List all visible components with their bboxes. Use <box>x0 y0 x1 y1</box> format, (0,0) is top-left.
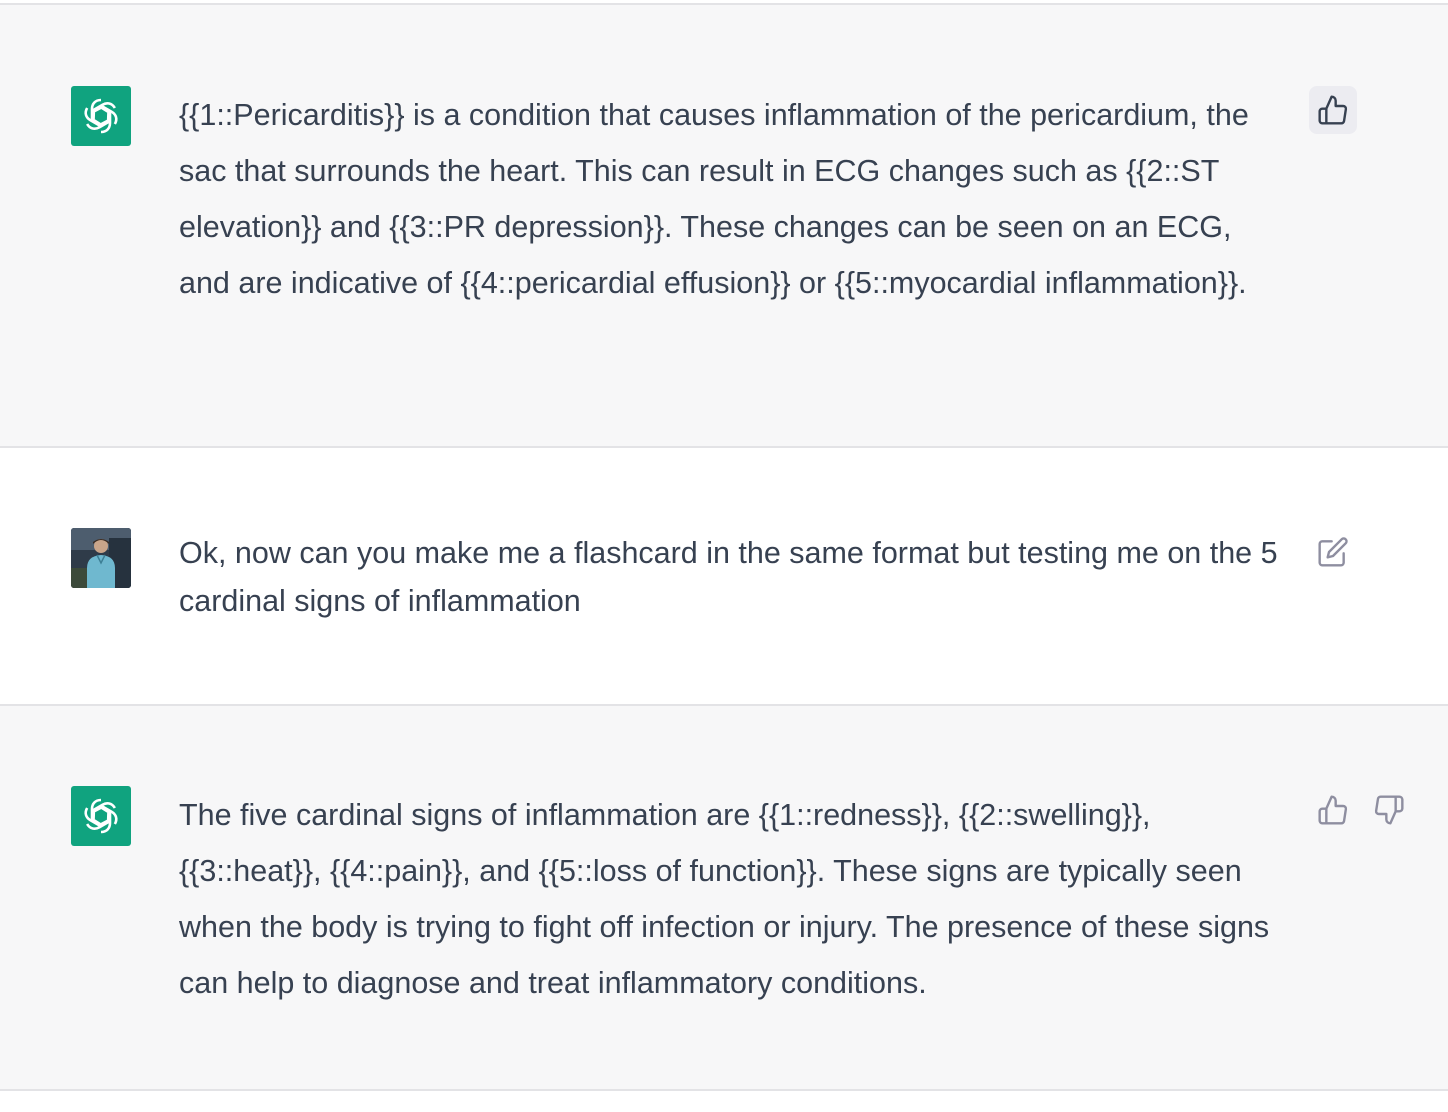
thumbs-up-button[interactable] <box>1309 786 1357 834</box>
user-message: Ok, now can you make me a flashcard in t… <box>0 448 1448 704</box>
assistant-message: {{1::Pericarditis}} is a condition that … <box>0 5 1448 446</box>
thumbs-up-button[interactable] <box>1309 86 1357 134</box>
edit-message-button[interactable] <box>1309 528 1357 576</box>
thumbs-down-icon <box>1374 795 1404 825</box>
divider <box>0 1089 1448 1091</box>
assistant-message-text: The five cardinal signs of inflammation … <box>179 798 1270 1000</box>
assistant-message-text: {{1::Pericarditis}} is a condition that … <box>179 98 1249 300</box>
chat-thread: {{1::Pericarditis}} is a condition that … <box>0 0 1448 1112</box>
thumbs-down-button[interactable] <box>1365 786 1413 834</box>
assistant-avatar <box>71 86 131 146</box>
assistant-message: The five cardinal signs of inflammation … <box>0 706 1448 1089</box>
user-photo-avatar <box>71 528 131 588</box>
openai-logo-icon <box>84 798 118 834</box>
thumbs-up-icon <box>1318 95 1348 125</box>
edit-icon <box>1318 537 1348 567</box>
openai-logo-icon <box>84 98 118 134</box>
user-avatar <box>71 528 131 588</box>
user-message-text: Ok, now can you make me a flashcard in t… <box>179 536 1278 618</box>
assistant-avatar <box>71 786 131 846</box>
thumbs-up-icon <box>1318 795 1348 825</box>
